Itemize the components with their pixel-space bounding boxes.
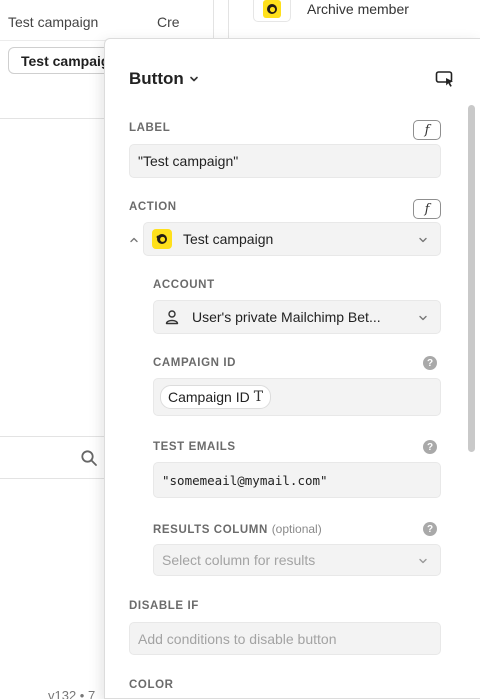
button-properties-panel: Button LABEL f "Test campaign" ACTION f … — [104, 38, 480, 699]
help-icon[interactable]: ? — [423, 440, 437, 454]
color-section-title: COLOR — [129, 679, 174, 691]
archive-member-item[interactable]: Archive member — [307, 1, 409, 17]
test-emails-field[interactable]: "somemeail@mymail.com" — [153, 462, 441, 498]
mailchimp-icon — [263, 0, 281, 18]
disable-if-section-title: DISABLE IF — [129, 600, 199, 612]
column-divider — [228, 0, 229, 40]
test-emails-section-title: TEST EMAILS — [153, 441, 236, 453]
action-select[interactable]: Test campaign — [143, 222, 441, 256]
results-column-label: RESULTS COLUMN — [153, 524, 268, 536]
results-column-placeholder: Select column for results — [162, 552, 316, 568]
label-formula-button[interactable]: f — [413, 120, 441, 140]
help-icon[interactable]: ? — [423, 356, 437, 370]
disable-conditions-field[interactable]: Add conditions to disable button — [129, 622, 441, 655]
panel-title: Button — [129, 69, 184, 88]
account-section-title: ACCOUNT — [153, 279, 215, 291]
scrollbar[interactable] — [468, 105, 475, 452]
user-icon — [165, 310, 179, 325]
chip-label: Campaign ID — [168, 389, 250, 405]
text-type-icon: T — [253, 389, 264, 405]
action-formula-button[interactable]: f — [413, 199, 441, 219]
campaign-id-column-chip[interactable]: Campaign ID T — [160, 385, 272, 409]
account-value: User's private Mailchimp Bet... — [192, 309, 381, 325]
panel-title-dropdown[interactable]: Button — [129, 69, 199, 89]
search-icon[interactable] — [80, 449, 98, 467]
action-section-title: ACTION — [129, 201, 177, 213]
optional-tag: (optional) — [271, 522, 322, 536]
label-field[interactable]: "Test campaign" — [129, 144, 441, 178]
chevron-down-icon — [419, 237, 427, 243]
mailchimp-icon — [152, 229, 172, 249]
label-section-title: LABEL — [129, 122, 171, 134]
campaign-id-field[interactable]: Campaign ID T — [153, 378, 441, 416]
test-emails-value: "somemeail@mymail.com" — [162, 472, 328, 488]
help-icon[interactable]: ? — [423, 522, 437, 536]
select-element-icon[interactable] — [435, 70, 455, 88]
campaign-id-section-title: CAMPAIGN ID — [153, 357, 237, 369]
action-value: Test campaign — [183, 231, 274, 247]
results-column-section-title: RESULTS COLUMN (optional) — [153, 522, 322, 536]
formula-icon: f — [424, 122, 430, 138]
results-column-select[interactable]: Select column for results — [153, 544, 441, 576]
account-select[interactable]: User's private Mailchimp Bet... — [153, 300, 441, 334]
table-cell-created[interactable]: Cre — [157, 14, 180, 30]
formula-icon: f — [424, 201, 430, 217]
mailchimp-icon — [253, 0, 291, 22]
chevron-down-icon — [419, 315, 427, 321]
label-value: "Test campaign" — [138, 153, 239, 169]
chevron-down-icon — [419, 558, 427, 564]
disable-conditions-placeholder: Add conditions to disable button — [138, 630, 337, 647]
version-text: v132 • 7 — [48, 688, 96, 699]
table-cell-name[interactable]: Test campaign — [8, 14, 98, 30]
chevron-up-icon[interactable] — [129, 235, 139, 245]
chevron-down-icon — [189, 76, 198, 82]
